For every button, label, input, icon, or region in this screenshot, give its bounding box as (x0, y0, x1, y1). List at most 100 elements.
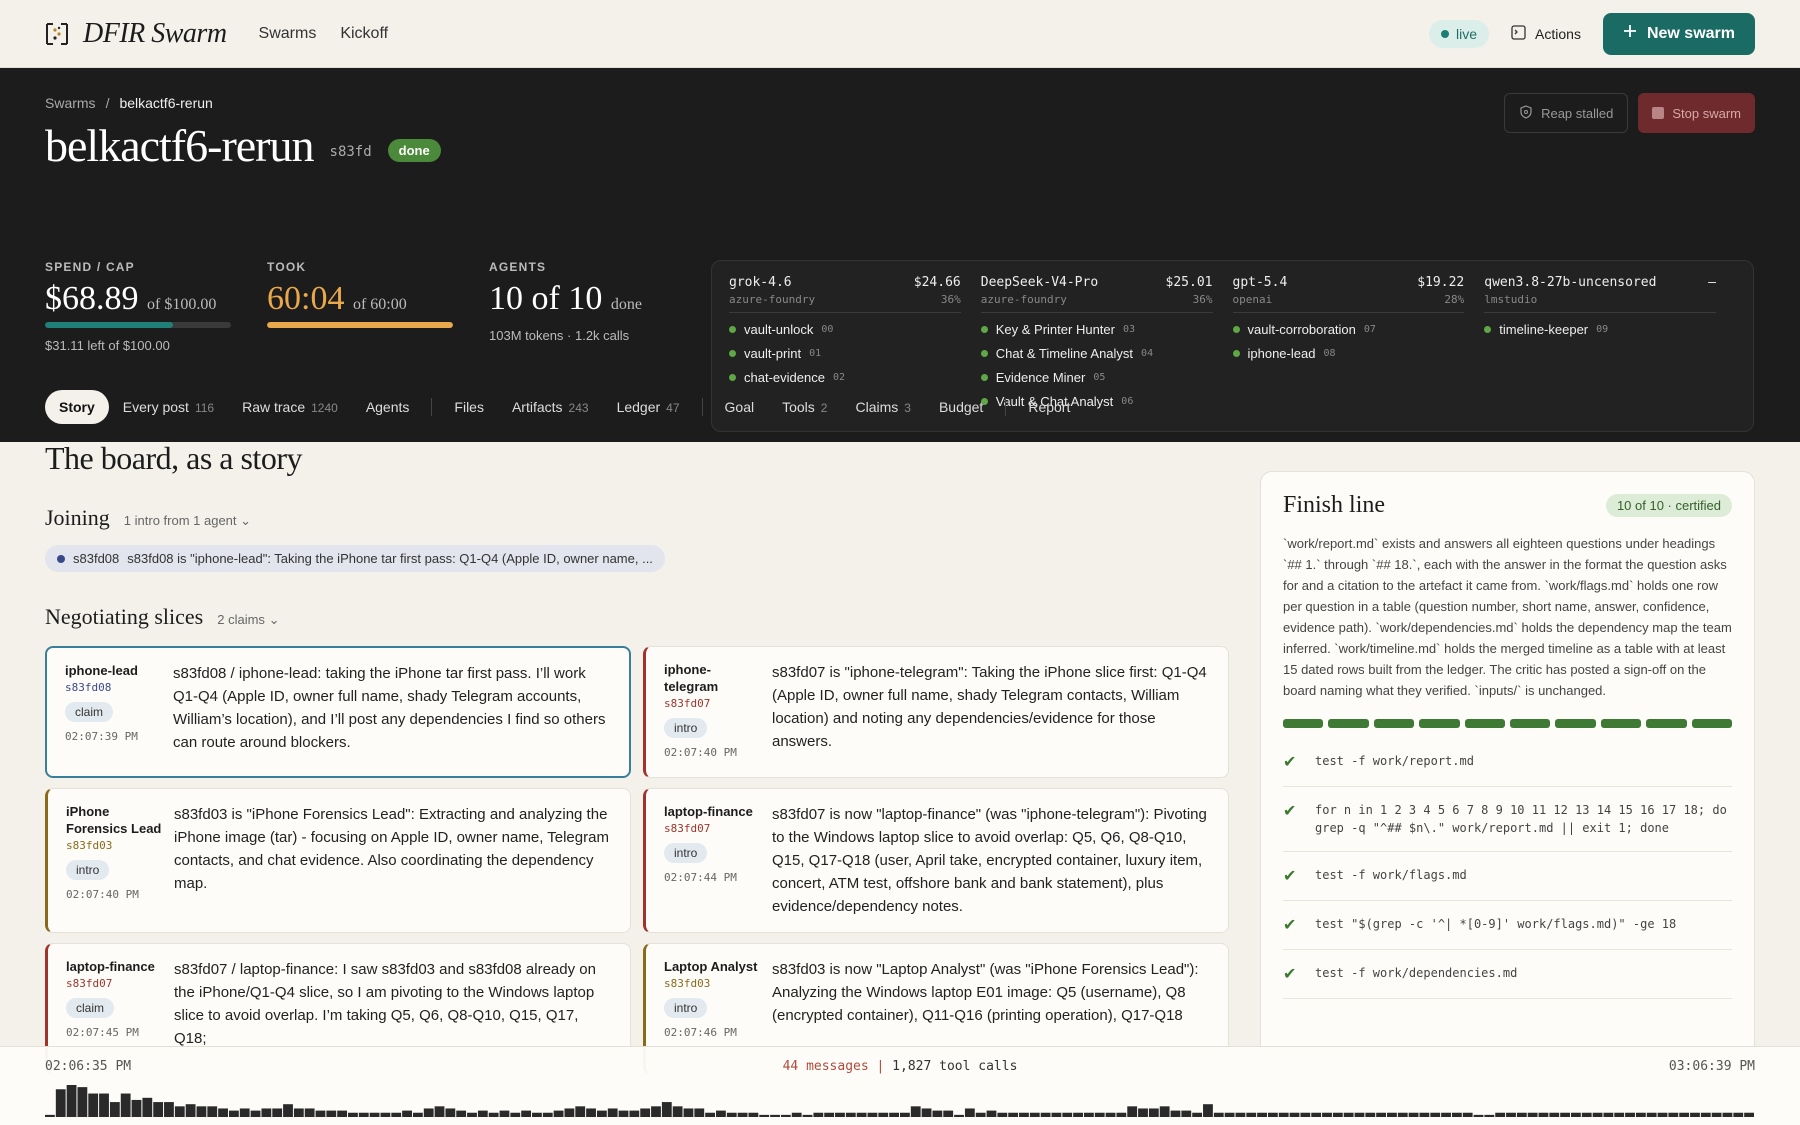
tab-claims[interactable]: Claims 3 (841, 390, 924, 424)
tab-label: Goal (724, 399, 755, 415)
histogram-bar (1213, 1112, 1224, 1117)
agent-item[interactable]: Key & Printer Hunter 03 (980, 322, 1213, 337)
stop-icon (1652, 107, 1665, 119)
histogram-bar (1668, 1112, 1679, 1117)
tab-artifacts[interactable]: Artifacts 243 (498, 390, 603, 424)
swarm-short-id: s83fd (329, 143, 372, 160)
histogram-bar (932, 1110, 943, 1117)
histogram-bar (1289, 1112, 1300, 1117)
agent-name: Evidence Miner (995, 370, 1086, 385)
tab-count: 47 (666, 401, 680, 415)
brand[interactable]: DFIR Swarm (45, 18, 227, 50)
post-card[interactable]: iPhone Forensics Lead s83fd03 intro 02:07:4… (45, 788, 631, 933)
timeline-summary: 44 messages | 1,827 tool calls (783, 1059, 1018, 1074)
post-card[interactable]: laptop-finance s83fd07 intro 02:07:44 PM s83… (643, 788, 1229, 933)
model-header: gpt-5.4 $19.22 (1233, 275, 1465, 290)
model-name: DeepSeek-V4-Pro (980, 275, 1099, 290)
histogram-bar (1646, 1112, 1657, 1117)
agent-number: 07 (1363, 324, 1376, 335)
agent-status-dot-icon (729, 326, 736, 333)
post-card[interactable]: iphone-telegram s83fd07 intro 02:07:40 PM s8… (643, 646, 1229, 778)
histogram-bar (1159, 1106, 1170, 1117)
histogram-bar (813, 1112, 824, 1117)
actions-button[interactable]: Actions (1511, 24, 1581, 43)
swarm-controls: Reap stalled Stop swarm (1504, 93, 1755, 133)
histogram-bar (1408, 1112, 1419, 1117)
histogram-bar (1029, 1112, 1040, 1117)
stat-took-value: 60:04 of 60:00 (267, 280, 489, 318)
title-row: belkactf6-rerun s83fd done (45, 119, 1755, 172)
progress-segment (1555, 719, 1596, 728)
negotiating-header[interactable]: Negotiating slices 2 claims ⌄ (45, 604, 1230, 630)
post-agent-id: s83fd07 (664, 822, 711, 835)
histogram-bar (1733, 1112, 1744, 1117)
agent-item[interactable]: Evidence Miner 05 (980, 370, 1213, 385)
joining-intro-pill[interactable]: s83fd08 s83fd08 is "iphone-lead": Taking… (45, 545, 665, 572)
histogram-bar (99, 1093, 109, 1117)
finish-line-panel: Finish line 10 of 10 · certified `work/r… (1260, 471, 1755, 1071)
tab-count: 3 (904, 401, 911, 415)
histogram-bar (1181, 1110, 1192, 1117)
reap-stalled-button[interactable]: Reap stalled (1504, 93, 1629, 133)
tab-every-post[interactable]: Every post 116 (109, 390, 228, 424)
tab-files[interactable]: Files (440, 390, 498, 424)
activity-histogram[interactable] (45, 1083, 1755, 1117)
breadcrumb-root[interactable]: Swarms (45, 95, 96, 111)
tab-goal[interactable]: Goal (711, 390, 769, 424)
agent-item[interactable]: vault-print 01 (729, 346, 961, 361)
agent-item[interactable]: vault-unlock 00 (729, 322, 961, 337)
histogram-bar (651, 1106, 661, 1117)
finish-goal-text: `work/report.md` exists and answers all … (1283, 536, 1732, 698)
tab-agents[interactable]: Agents (352, 390, 424, 424)
tab-label: Ledger (616, 399, 661, 415)
joining-header[interactable]: Joining 1 intro from 1 agent ⌄ (45, 505, 1230, 531)
histogram-bar (456, 1110, 467, 1117)
post-kind-badge: intro (66, 860, 110, 880)
histogram-bar (1019, 1112, 1029, 1117)
tab-story[interactable]: Story (45, 390, 109, 424)
timeline-scrubber[interactable]: 02:06:35 PM 44 messages | 1,827 tool cal… (0, 1046, 1800, 1125)
nav-swarms[interactable]: Swarms (259, 25, 317, 43)
histogram-bar (532, 1112, 542, 1117)
tab-report[interactable]: Report (1014, 390, 1084, 424)
post-card[interactable]: iphone-lead s83fd08 claim 02:07:39 PM s83fd0… (45, 646, 631, 778)
nav-kickoff[interactable]: Kickoff (340, 25, 388, 43)
post-body: s83fd07 / laptop-finance: I saw s83fd03 … (174, 961, 596, 1047)
tab-divider (701, 398, 703, 416)
joining-count: 1 intro from 1 agent (123, 513, 237, 528)
histogram-bar (304, 1108, 315, 1117)
check-command: test -f work/flags.md (1315, 868, 1467, 882)
agent-item[interactable]: Chat & Timeline Analyst 04 (980, 346, 1213, 361)
histogram-bar (1267, 1112, 1278, 1117)
new-swarm-button[interactable]: New swarm (1602, 12, 1755, 55)
agents-usage: 103M tokens · 1.2k calls (489, 328, 630, 343)
post-agent-id: s83fd03 (664, 977, 711, 990)
new-swarm-label: New swarm (1646, 24, 1735, 42)
histogram-bar (1635, 1112, 1646, 1117)
tab-tools[interactable]: Tools 2 (768, 390, 841, 424)
histogram-bar (1516, 1112, 1527, 1117)
tab-count: 116 (194, 401, 215, 415)
histogram-bar (1441, 1112, 1451, 1117)
histogram-bar (1462, 1112, 1473, 1117)
post-kind-badge: intro (664, 843, 708, 863)
finish-title: Finish line (1283, 492, 1386, 518)
message-count: 44 messages (782, 1059, 869, 1074)
tab-budget[interactable]: Budget (925, 390, 997, 424)
tab-raw-trace[interactable]: Raw trace 1240 (228, 390, 352, 424)
agent-number: 03 (1122, 324, 1136, 335)
histogram-bar (1094, 1112, 1105, 1117)
histogram-bar (726, 1112, 737, 1117)
agent-item[interactable]: vault-corroboration 07 (1232, 322, 1465, 337)
post-meta: Laptop Analyst s83fd03 intro 02:07:46 PM (664, 958, 764, 1060)
histogram-bar (878, 1112, 889, 1117)
agent-item[interactable]: timeline-keeper 09 (1484, 322, 1716, 337)
agent-item[interactable]: iphone-lead 08 (1232, 346, 1465, 361)
histogram-bar (1571, 1112, 1581, 1117)
tab-ledger[interactable]: Ledger 47 (603, 390, 694, 424)
histogram-bar (1560, 1112, 1571, 1117)
model-header: grok-4.6 $24.66 (729, 275, 961, 290)
stop-swarm-button[interactable]: Stop swarm (1638, 93, 1755, 133)
histogram-bar (1203, 1104, 1213, 1117)
agent-item[interactable]: chat-evidence 02 (729, 370, 961, 385)
